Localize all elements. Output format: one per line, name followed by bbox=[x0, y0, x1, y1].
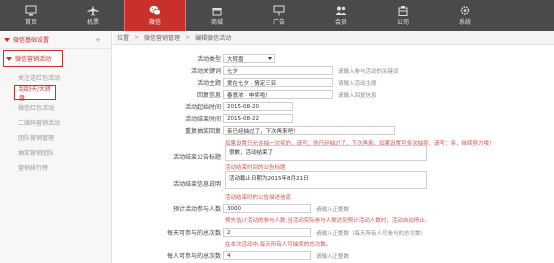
nav-item-wechat[interactable]: 微信 bbox=[124, 0, 186, 31]
members-icon bbox=[335, 6, 347, 15]
sidebar-item-lottery-team[interactable]: 抽奖营销团队 bbox=[0, 145, 111, 160]
keyword-label: 活动关键词 bbox=[190, 68, 221, 75]
row-expected-count: 预计活动参与人数 3000 请输入正整数 bbox=[113, 204, 554, 213]
company-icon bbox=[398, 6, 408, 16]
row-reply: 回复信息 春意浓 · 申奖啦！ 请输入回复信息 bbox=[113, 90, 554, 99]
row-start-time: 活动起始时间 2015-08-20 bbox=[113, 102, 554, 111]
end-time-input[interactable]: 2015-08-22 bbox=[223, 114, 293, 123]
nav-label: 首页 bbox=[24, 19, 37, 26]
daily-max-label: 每天可参与的总次数 bbox=[166, 230, 221, 237]
per-user-hint: 请输入正整数 bbox=[316, 253, 350, 260]
wechat-icon bbox=[149, 5, 161, 16]
billboard-icon bbox=[273, 5, 285, 16]
activity-type-select[interactable]: 大转盘 bbox=[223, 54, 275, 63]
theme-label: 活动主题 bbox=[196, 80, 221, 87]
sidebar-category-label: 微信营销活动 bbox=[15, 56, 52, 63]
sidebar-item-scratch-wheel[interactable]: 刮刮卡/大转盘 bbox=[14, 85, 56, 102]
daily-max-input[interactable]: 2 bbox=[223, 228, 311, 237]
nav-label: 会员 bbox=[334, 19, 347, 26]
main-content: 位置 > 微信营销管理 > 编辑微信活动 活动类型 大转盘 活动关键词 七夕 请… bbox=[113, 31, 554, 263]
nav-label: 微信 bbox=[148, 19, 161, 26]
end-notice-note: 活动结束时间的公告标题 bbox=[225, 165, 286, 171]
breadcrumb-item[interactable]: 微信营销管理 bbox=[144, 33, 180, 42]
row-end-time: 活动结束时间 2015-08-22 bbox=[113, 114, 554, 123]
reply-input[interactable]: 春意浓 · 申奖啦！ bbox=[223, 90, 333, 99]
end-notice-textarea[interactable]: 很歉，活动结束了 bbox=[225, 145, 427, 161]
reply-label: 回复信息 bbox=[196, 92, 221, 99]
plane-icon bbox=[87, 5, 99, 16]
end-notice-desc-label: 活动结束信息说明 bbox=[172, 181, 221, 188]
row-daily-max: 每天可参与的总次数 2 请输入正整数（每天所有人可参与的总次数） bbox=[113, 228, 554, 237]
sidebar-item-follow-redpack[interactable]: 关注送红包活动 bbox=[0, 70, 111, 85]
nav-label: 公司 bbox=[396, 19, 409, 26]
activity-type-value: 大转盘 bbox=[227, 56, 244, 63]
nav-item-system[interactable]: 系统 bbox=[434, 0, 496, 31]
gear-icon bbox=[460, 6, 470, 15]
keyword-input[interactable]: 七夕 bbox=[223, 66, 333, 75]
nav-item-company[interactable]: 公司 bbox=[372, 0, 434, 31]
repeat-prompt-label: 重复抽奖回复 bbox=[184, 128, 221, 135]
row-keyword: 活动关键词 七夕 请输入参与活动的关键词 bbox=[113, 66, 554, 75]
start-time-label: 活动起始时间 bbox=[184, 104, 221, 111]
reply-hint: 请输入回复信息 bbox=[338, 92, 377, 99]
row-per-user: 每人可参与的总次数 4 请输入正整数 bbox=[113, 251, 554, 260]
sidebar-item-team[interactable]: 团队营销管理 bbox=[0, 130, 111, 145]
breadcrumb-separator: > bbox=[134, 34, 140, 41]
start-time-input[interactable]: 2015-08-20 bbox=[223, 102, 293, 111]
monitor-icon bbox=[25, 5, 37, 16]
nav-label: 广告 bbox=[272, 19, 285, 26]
sidebar: 微信基础设置 + 微信营销活动 关注送红包活动 刮刮卡/大转盘 微信红包活动 二… bbox=[0, 31, 112, 263]
expected-count-hint: 请输入正整数 bbox=[316, 206, 350, 213]
breadcrumb-separator: > bbox=[185, 34, 191, 41]
per-user-label: 每人可参与的总次数 bbox=[166, 253, 221, 260]
nav-item-members[interactable]: 会员 bbox=[310, 0, 372, 31]
expected-count-label: 预计活动参与人数 bbox=[172, 206, 221, 213]
sidebar-item-qrcode[interactable]: 二维码营销活动 bbox=[0, 115, 111, 130]
sidebar-group-label: 微信基础设置 bbox=[13, 37, 50, 44]
end-notice-desc-note: 活动结束时的公告描述信息 bbox=[225, 195, 292, 201]
breadcrumb: 位置 > 微信营销管理 > 编辑微信活动 bbox=[113, 31, 554, 45]
end-time-label: 活动结束时间 bbox=[184, 116, 221, 123]
activity-type-label: 活动类型 bbox=[196, 56, 221, 63]
sidebar-item-ranking[interactable]: 营销排行榜 bbox=[0, 160, 111, 175]
end-notice-label: 活动结束公告标题 bbox=[172, 154, 221, 161]
expected-count-input[interactable]: 3000 bbox=[223, 204, 311, 213]
nav-item-home[interactable]: 首页 bbox=[0, 0, 62, 31]
breadcrumb-item: 编辑微信活动 bbox=[195, 35, 232, 42]
sidebar-category-marketing[interactable]: 微信营销活动 bbox=[3, 50, 63, 67]
nav-label: 商城 bbox=[210, 19, 223, 26]
nav-item-store[interactable]: 商城 bbox=[186, 0, 248, 31]
plus-icon: + bbox=[95, 35, 101, 44]
store-icon bbox=[212, 8, 222, 16]
sidebar-item-redpack[interactable]: 微信红包活动 bbox=[0, 100, 111, 115]
row-theme: 活动主题 爱在七夕 · 情定三亚 请输入活动主题 bbox=[113, 78, 554, 87]
caret-down-icon bbox=[6, 56, 12, 61]
row-repeat-prompt: 重复抽奖回复 亲已经抽过了，下次再来吧！ bbox=[113, 126, 554, 135]
per-user-input[interactable]: 4 bbox=[223, 251, 311, 260]
daily-max-note: 在本次活动中,每天所有人可抽奖的总次数。 bbox=[225, 242, 332, 248]
theme-input[interactable]: 爱在七夕 · 情定三亚 bbox=[223, 78, 333, 87]
end-notice-desc-textarea[interactable]: 活动截止日期为2015年8月21日 bbox=[225, 171, 427, 189]
keyword-hint: 请输入参与活动的关键词 bbox=[338, 68, 399, 75]
repeat-prompt-input[interactable]: 亲已经抽过了，下次再来吧！ bbox=[223, 126, 395, 135]
expected-count-note: 预先估计活动的参与人数,当活动实际参与人数达到预计活动人数时，活动自动停止。 bbox=[225, 218, 431, 224]
nav-item-flights[interactable]: 机票 bbox=[62, 0, 124, 31]
nav-label: 系统 bbox=[458, 19, 471, 26]
row-activity-type: 活动类型 大转盘 bbox=[113, 54, 554, 63]
chevron-down-icon bbox=[268, 57, 272, 60]
caret-down-icon bbox=[4, 37, 10, 42]
theme-hint: 请输入活动主题 bbox=[338, 80, 377, 87]
daily-max-hint: 请输入正整数（每天所有人可参与的总次数） bbox=[316, 230, 427, 237]
nav-label: 机票 bbox=[86, 19, 99, 26]
top-nav: 首页 机票 微信 商城 广告 会员 公司 系统 bbox=[0, 0, 554, 31]
breadcrumb-item: 位置 bbox=[117, 35, 130, 42]
nav-item-ads[interactable]: 广告 bbox=[248, 0, 310, 31]
sidebar-group-wechat-basic[interactable]: 微信基础设置 + bbox=[0, 31, 111, 49]
